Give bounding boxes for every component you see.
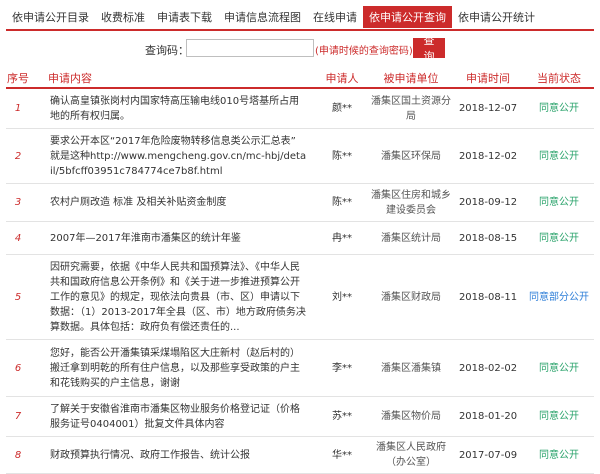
query-code-input[interactable] — [186, 39, 314, 57]
tab-underline — [6, 29, 594, 31]
row-content-link[interactable]: 您好，能否公开潘集镇采煤塌陷区大庄新村（赵后村的）搬迁拿到明乾的所有住户信息，以… — [30, 339, 314, 397]
row-unit: 潘集区统计局 — [370, 221, 452, 255]
row-applicant: 华** — [314, 436, 370, 474]
row-content-link[interactable]: 因研究需要，依据《中华人民共和国预算法》、《中华人民共和国政府信息公开条例》和《… — [30, 254, 314, 340]
row-time: 2017-07-09 — [452, 436, 524, 474]
row-status: 同意公开 — [524, 396, 594, 437]
row-unit: 潘集区住房和城乡建设委员会 — [370, 183, 452, 222]
header-time: 申请时间 — [452, 68, 524, 89]
row-unit: 潘集区国土资源分局 — [370, 88, 452, 129]
row-content-link[interactable]: 了解关于安徽省淮南市潘集区物业服务价格登记证（价格服务证号0404001）批复文… — [30, 396, 314, 437]
header-status: 当前状态 — [524, 68, 594, 89]
row-unit: 潘集区财政局 — [370, 254, 452, 340]
row-time: 2018-08-15 — [452, 221, 524, 255]
row-no: 5 — [6, 254, 30, 340]
row-no: 4 — [6, 221, 30, 255]
row-time: 2018-08-11 — [452, 254, 524, 340]
row-status: 同意公开 — [524, 221, 594, 255]
row-status: 同意公开 — [524, 183, 594, 222]
row-no: 6 — [6, 339, 30, 397]
row-status: 同意部分公开 — [524, 254, 594, 340]
row-applicant: 李** — [314, 339, 370, 397]
row-no: 8 — [6, 436, 30, 474]
request-table: 序号 申请内容 申请人 被申请单位 申请时间 当前状态 1 确认高皇镇张岗村内国… — [6, 68, 594, 474]
row-content-link[interactable]: 农村户厕改造 标准 及相关补贴资金制度 — [30, 183, 314, 222]
table-row: 5 因研究需要，依据《中华人民共和国预算法》、《中华人民共和国政府信息公开条例》… — [6, 254, 594, 340]
table-row: 3 农村户厕改造 标准 及相关补贴资金制度 陈** 潘集区住房和城乡建设委员会 … — [6, 183, 594, 222]
row-time: 2018-02-02 — [452, 339, 524, 397]
tab-fee-standard[interactable]: 收费标准 — [95, 6, 151, 28]
header-no: 序号 — [6, 68, 30, 89]
row-unit: 潘集区物价局 — [370, 396, 452, 437]
table-row: 7 了解关于安徽省淮南市潘集区物业服务价格登记证（价格服务证号0404001）批… — [6, 396, 594, 437]
row-applicant: 陈** — [314, 183, 370, 222]
table-row: 8 财政预算执行情况、政府工作报告、统计公报 华** 潘集区人民政府（办公室） … — [6, 436, 594, 474]
tab-bar: 依申请公开目录 收费标准 申请表下载 申请信息流程图 在线申请 依申请公开查询 … — [6, 6, 594, 28]
tab-online-apply[interactable]: 在线申请 — [307, 6, 363, 28]
query-bar: 查询码： (申请时候的查询密码) 查询 — [0, 35, 600, 63]
row-applicant: 苏** — [314, 396, 370, 437]
query-button[interactable]: 查询 — [413, 35, 445, 63]
row-no: 2 — [6, 128, 30, 184]
query-hint: (申请时候的查询密码) — [315, 46, 413, 57]
row-time: 2018-12-02 — [452, 128, 524, 184]
table-row: 2 要求公开本区“2017年危险废物转移信息类公示汇总表” 就是这种http:/… — [6, 128, 594, 184]
tab-statistics[interactable]: 依申请公开统计 — [452, 6, 541, 28]
query-code-label: 查询码： — [145, 44, 189, 57]
row-content-link[interactable]: 确认高皇镇张岗村内国家特高压输电线010号塔基所占用地的所有权归属。 — [30, 88, 314, 129]
tab-query[interactable]: 依申请公开查询 — [363, 6, 452, 28]
row-status: 同意公开 — [524, 128, 594, 184]
table-row: 4 2007年—2017年淮南市潘集区的统计年鉴 冉** 潘集区统计局 2018… — [6, 221, 594, 255]
header-content: 申请内容 — [30, 68, 314, 89]
table-row: 6 您好，能否公开潘集镇采煤塌陷区大庄新村（赵后村的）搬迁拿到明乾的所有住户信息… — [6, 339, 594, 397]
row-content-link[interactable]: 财政预算执行情况、政府工作报告、统计公报 — [30, 436, 314, 474]
row-content-link[interactable]: 要求公开本区“2017年危险废物转移信息类公示汇总表” 就是这种http://w… — [30, 128, 314, 184]
row-unit: 潘集区潘集镇 — [370, 339, 452, 397]
table-row: 1 确认高皇镇张岗村内国家特高压输电线010号塔基所占用地的所有权归属。 颜**… — [6, 88, 594, 129]
row-no: 1 — [6, 88, 30, 129]
row-time: 2018-09-12 — [452, 183, 524, 222]
row-no: 3 — [6, 183, 30, 222]
row-applicant: 颜** — [314, 88, 370, 129]
row-status: 同意公开 — [524, 339, 594, 397]
tab-public-catalog[interactable]: 依申请公开目录 — [6, 6, 95, 28]
header-applicant: 申请人 — [314, 68, 370, 89]
row-content-link[interactable]: 2007年—2017年淮南市潘集区的统计年鉴 — [30, 221, 314, 255]
tab-form-download[interactable]: 申请表下载 — [151, 6, 218, 28]
row-time: 2018-01-20 — [452, 396, 524, 437]
row-unit: 潘集区环保局 — [370, 128, 452, 184]
row-time: 2018-12-07 — [452, 88, 524, 129]
row-no: 7 — [6, 396, 30, 437]
row-applicant: 刘** — [314, 254, 370, 340]
header-unit: 被申请单位 — [370, 68, 452, 89]
row-status: 同意公开 — [524, 88, 594, 129]
row-unit: 潘集区人民政府（办公室） — [370, 436, 452, 474]
row-applicant: 冉** — [314, 221, 370, 255]
table-header-row: 序号 申请内容 申请人 被申请单位 申请时间 当前状态 — [6, 68, 594, 89]
row-applicant: 陈** — [314, 128, 370, 184]
tab-process-chart[interactable]: 申请信息流程图 — [218, 6, 307, 28]
row-status: 同意公开 — [524, 436, 594, 474]
